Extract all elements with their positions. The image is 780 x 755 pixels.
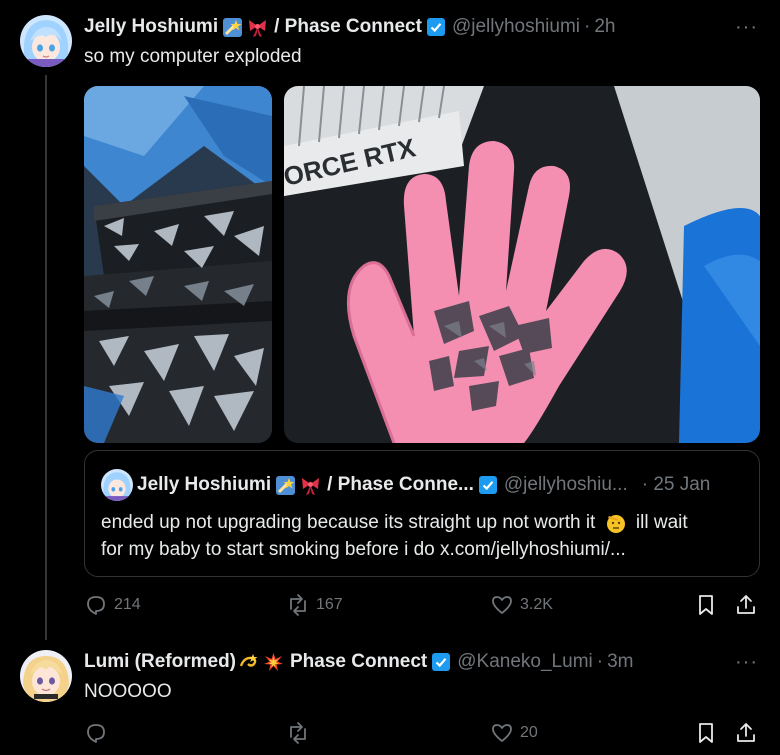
shooting-star-icon — [275, 475, 296, 496]
repost-button[interactable] — [286, 721, 316, 745]
timestamp[interactable]: 2h — [594, 16, 615, 38]
media-image-1[interactable] — [84, 86, 272, 443]
media-grid: ORCE RTX — [84, 86, 760, 443]
quoted-tweet-header: Jelly Hoshiumi / Phase Conne... @jellyho… — [101, 469, 710, 501]
affiliation[interactable]: / Phase Connect — [274, 16, 422, 38]
heart-icon — [492, 596, 512, 614]
quoted-text-line1-after: ill wait — [635, 512, 688, 533]
bookmark-button[interactable] — [694, 721, 718, 745]
timestamp[interactable]: 3m — [607, 651, 633, 673]
verified-badge-icon — [478, 475, 498, 495]
like-count: 20 — [520, 724, 538, 741]
bookmark-icon — [699, 723, 713, 743]
quoted-display-name: Jelly Hoshiumi — [137, 474, 272, 495]
user-handle[interactable]: @jellyhoshiumi — [452, 16, 580, 38]
tweet-text: so my computer exploded — [84, 46, 302, 67]
share-icon — [737, 595, 755, 614]
collision-icon — [263, 652, 284, 673]
reply-button[interactable] — [84, 721, 114, 745]
share-button[interactable] — [734, 721, 758, 745]
reply-count: 214 — [114, 596, 141, 613]
quoted-tweet-card[interactable]: Jelly Hoshiumi / Phase Conne... @jellyho… — [84, 450, 760, 577]
quoted-handle: @jellyhoshiu... — [503, 474, 628, 495]
repost-icon — [290, 594, 306, 616]
tweet-actions: 214 167 3.2K — [84, 593, 760, 623]
repost-count: 167 — [316, 596, 343, 613]
dizzy-icon — [238, 652, 259, 673]
share-button[interactable] — [734, 593, 758, 617]
reply-icon — [87, 724, 105, 743]
repost-button[interactable]: 167 — [286, 593, 343, 617]
shattered-glass-in-case-photo — [84, 86, 272, 443]
ribbon-icon — [247, 17, 268, 38]
avatar-lumi[interactable] — [20, 650, 72, 702]
ribbon-icon — [300, 475, 321, 496]
reply-icon — [87, 596, 105, 615]
verified-badge-icon — [431, 652, 451, 672]
quoted-text-line1: ended up not upgrading because its strai… — [101, 512, 596, 533]
quoted-avatar — [101, 469, 133, 501]
thread-connector-line — [45, 75, 47, 640]
like-count: 3.2K — [520, 596, 553, 613]
pink-gloved-hand-with-glass-photo: ORCE RTX — [284, 86, 760, 443]
bookmark-button[interactable] — [694, 593, 718, 617]
more-options-icon[interactable]: ··· — [735, 651, 758, 674]
tweet-header: Jelly Hoshiumi / Phase Connect @jellyhos… — [84, 16, 615, 38]
tweet-actions: 20 — [84, 721, 760, 751]
share-icon — [737, 723, 755, 742]
user-handle[interactable]: @Kaneko_Lumi — [457, 651, 592, 673]
display-name[interactable]: Lumi (Reformed) — [84, 651, 236, 673]
repost-icon — [290, 722, 306, 744]
affiliation[interactable]: Phase Connect — [290, 651, 427, 673]
saluting-face-icon — [605, 512, 627, 534]
quoted-tweet-text: ended up not upgrading because its strai… — [101, 509, 749, 563]
quoted-timestamp: · 25 Jan — [641, 474, 711, 495]
display-name[interactable]: Jelly Hoshiumi — [84, 16, 218, 38]
like-button[interactable]: 3.2K — [490, 593, 553, 617]
avatar-jelly[interactable] — [20, 15, 72, 67]
tweet-text: NOOOOO — [84, 681, 172, 702]
shooting-star-icon — [222, 17, 243, 38]
quoted-affiliation: / Phase Conne... — [327, 474, 474, 495]
reply-button[interactable]: 214 — [84, 593, 141, 617]
heart-icon — [492, 724, 512, 742]
media-image-2[interactable]: ORCE RTX — [284, 86, 760, 443]
like-button[interactable]: 20 — [490, 721, 538, 745]
bookmark-icon — [699, 595, 713, 615]
tweet-header: Lumi (Reformed) Phase Connect @Kaneko_Lu… — [84, 651, 633, 673]
verified-badge-icon — [426, 17, 446, 37]
more-options-icon[interactable]: ··· — [735, 16, 758, 39]
separator-dot: · — [584, 16, 591, 37]
separator-dot: · — [596, 651, 604, 672]
quoted-text-line2: for my baby to start smoking before i do… — [101, 539, 626, 560]
